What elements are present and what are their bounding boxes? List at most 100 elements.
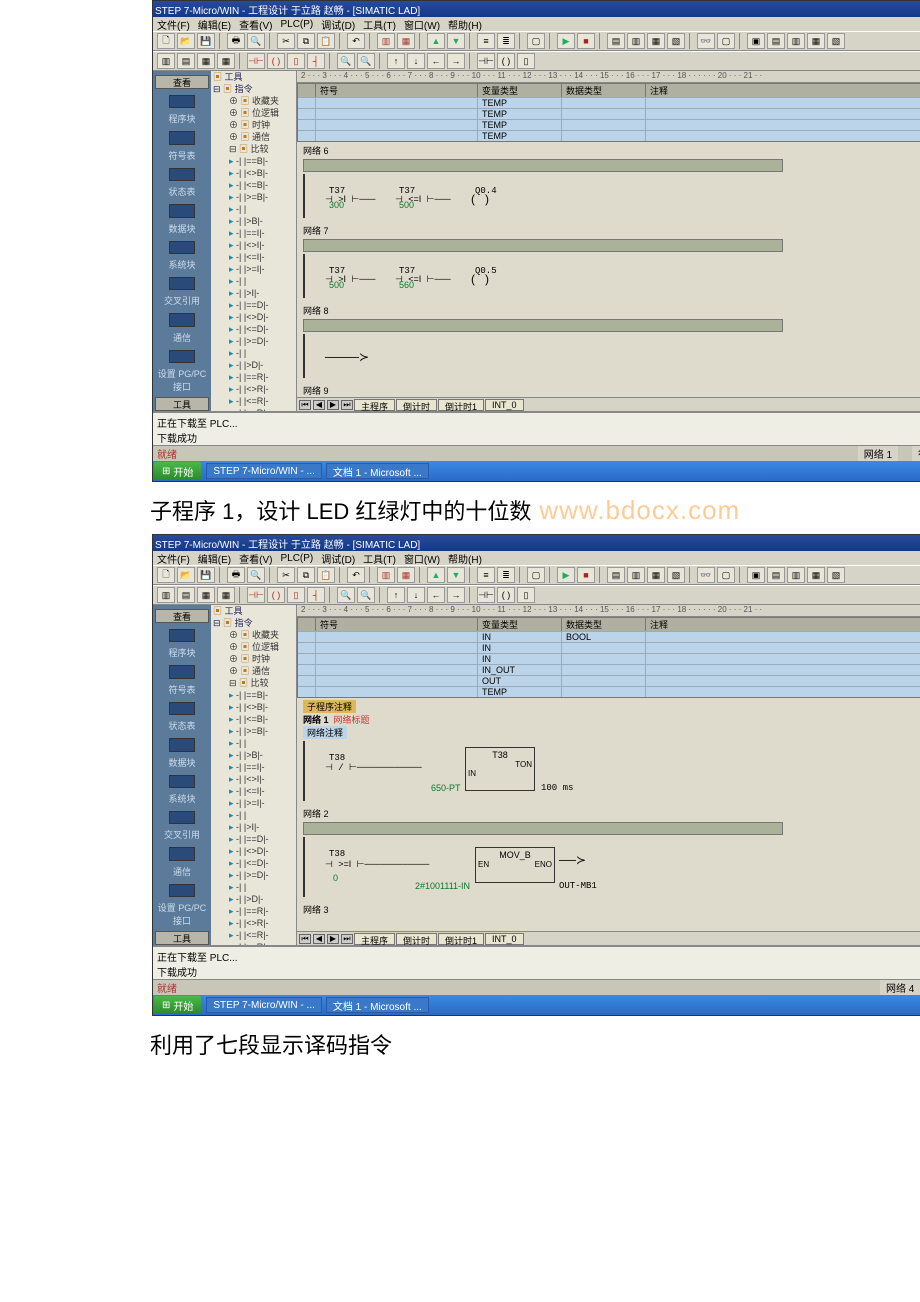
nav-status-table[interactable]: 状态表: [168, 719, 195, 732]
nav-status-table-icon[interactable]: [169, 702, 195, 715]
tool-a-icon[interactable]: ≡: [477, 567, 495, 583]
nav-header[interactable]: 查看: [155, 609, 209, 623]
ins-box-icon[interactable]: ▯: [287, 587, 305, 603]
tool-m-icon[interactable]: ▧: [827, 33, 845, 49]
tab-cd[interactable]: 倒计时: [396, 933, 437, 945]
var-row[interactable]: INBOOL: [298, 631, 920, 642]
save-icon[interactable]: 💾: [197, 567, 215, 583]
tree-cmp-item[interactable]: ▸ -| |<>R|-: [211, 383, 296, 395]
tool-g-icon[interactable]: ▧: [667, 567, 685, 583]
tree-cmp-item[interactable]: ▸ -| |>=D|-: [211, 869, 296, 881]
sn1-c[interactable]: T38: [329, 753, 345, 763]
var-row[interactable]: TEMP: [298, 130, 920, 141]
var-row[interactable]: TEMP: [298, 686, 920, 697]
nav-symbol-table-icon[interactable]: [169, 131, 195, 144]
tree-cmp-item[interactable]: ▸ -| |>D|-: [211, 359, 296, 371]
nav-status-table-icon[interactable]: [169, 168, 195, 181]
nav-system-block[interactable]: 系统块: [168, 258, 195, 271]
tree-cmp-item[interactable]: ▸ -| |<=I|-: [211, 251, 296, 263]
tree-cmp-item[interactable]: ▸ -| |: [211, 809, 296, 821]
tree-cmp-item[interactable]: ▸ -| |: [211, 737, 296, 749]
tree-cmp-item[interactable]: ▸ -| |<=B|-: [211, 179, 296, 191]
nav-dn-icon[interactable]: ↓: [407, 587, 425, 603]
ins-box-icon[interactable]: ▯: [287, 53, 305, 69]
ladder-area[interactable]: 网络 6 T37 ⊣ >I ⊢─── 300 T37 ⊣ <=I ⊢─── 50…: [297, 142, 920, 397]
tree-cmp-item[interactable]: ▸ -| |<>B|-: [211, 167, 296, 179]
run-icon[interactable]: ▶: [557, 33, 575, 49]
nav-footer[interactable]: 工具: [155, 397, 209, 411]
view-stl-icon[interactable]: ▤: [177, 587, 195, 603]
tree-cmp-item[interactable]: ▸ -| |>B|-: [211, 215, 296, 227]
taskbar-app-1[interactable]: STEP 7-Micro/WIN - ...: [206, 997, 322, 1013]
var-table[interactable]: 符号 变量类型 数据类型 注释 TEMPTEMPTEMPTEMP: [297, 83, 920, 142]
ins-coil-icon[interactable]: ( ): [267, 587, 285, 603]
preview-icon[interactable]: 🔍: [247, 567, 265, 583]
tool-k-icon[interactable]: ▥: [787, 33, 805, 49]
tab-last-icon[interactable]: ⏭: [341, 400, 353, 410]
ex2-icon[interactable]: ( ): [497, 587, 515, 603]
movb-block[interactable]: MOV_B ENENO: [475, 847, 555, 883]
menu-help[interactable]: 帮助(H): [448, 17, 482, 32]
tree-cmp-item[interactable]: ▸ -| |==I|-: [211, 227, 296, 239]
tab-prev-icon[interactable]: ◀: [313, 934, 325, 944]
copy-icon[interactable]: ⧉: [297, 567, 315, 583]
tree-cmp-item[interactable]: ▸ -| |==B|-: [211, 689, 296, 701]
tree-cmp-item[interactable]: ▸ -| |>D|-: [211, 893, 296, 905]
tool-j-icon[interactable]: ▤: [767, 567, 785, 583]
menu-window[interactable]: 窗口(W): [404, 17, 440, 32]
ins-branch-icon[interactable]: ┤: [307, 53, 325, 69]
tree-cmp-item[interactable]: ▸ -| |==R|-: [211, 371, 296, 383]
var-row[interactable]: TEMP: [298, 119, 920, 130]
tool-b-icon[interactable]: ≣: [497, 33, 515, 49]
tool-b-icon[interactable]: ≣: [497, 567, 515, 583]
tree-cmp-item[interactable]: ▸ -| |==I|-: [211, 761, 296, 773]
view-stl-icon[interactable]: ▤: [177, 53, 195, 69]
tab-next-icon[interactable]: ▶: [327, 934, 339, 944]
print-icon[interactable]: 🖶: [227, 33, 245, 49]
tool-f-icon[interactable]: ▦: [647, 33, 665, 49]
taskbar-app-2[interactable]: 文档 1 - Microsoft ...: [326, 997, 429, 1013]
ins-coil-icon[interactable]: ( ): [267, 53, 285, 69]
tool-c-icon[interactable]: ▢: [527, 33, 545, 49]
preview-icon[interactable]: 🔍: [247, 33, 265, 49]
new-icon[interactable]: 🗋: [157, 567, 175, 583]
tool-h-icon[interactable]: ▢: [717, 567, 735, 583]
var-row[interactable]: TEMP: [298, 108, 920, 119]
zoom-icon[interactable]: 🔍: [337, 587, 355, 603]
tab-last-icon[interactable]: ⏭: [341, 934, 353, 944]
tree-fav[interactable]: 收藏夹: [252, 630, 279, 640]
tree-cmp-item[interactable]: ▸ -| |<=I|-: [211, 785, 296, 797]
tree-cmp-item[interactable]: ▸ -| |: [211, 275, 296, 287]
view-fbd-icon[interactable]: ▦: [197, 587, 215, 603]
tool-l-icon[interactable]: ▦: [807, 33, 825, 49]
tool-h-icon[interactable]: ▢: [717, 33, 735, 49]
tree-cmp-item[interactable]: ▸ -| |>=I|-: [211, 263, 296, 275]
tool-i-icon[interactable]: ▣: [747, 567, 765, 583]
tree-com[interactable]: 通信: [252, 666, 270, 676]
tree-com[interactable]: 通信: [252, 132, 270, 142]
nav-crossref-icon[interactable]: [169, 811, 195, 824]
ins-contact-icon[interactable]: ⊣⊢: [247, 53, 265, 69]
tree-cmp-item[interactable]: ▸ -| |<=B|-: [211, 713, 296, 725]
tab-cd[interactable]: 倒计时: [396, 399, 437, 411]
var-row[interactable]: IN: [298, 642, 920, 653]
zoom2-icon[interactable]: 🔍: [357, 53, 375, 69]
stop-icon[interactable]: ■: [577, 567, 595, 583]
tree-cmp[interactable]: 比较: [251, 144, 269, 154]
tool-g-icon[interactable]: ▧: [667, 33, 685, 49]
nav-dn-icon[interactable]: ↓: [407, 53, 425, 69]
menu-edit[interactable]: 编辑(E): [198, 17, 231, 32]
tab-next-icon[interactable]: ▶: [327, 400, 339, 410]
nav-pgpc-icon[interactable]: [169, 350, 195, 363]
cut-icon[interactable]: ✂: [277, 33, 295, 49]
nav-comm-icon[interactable]: [169, 847, 195, 860]
tab-int0[interactable]: INT_0: [485, 933, 524, 945]
tree-cmp-item[interactable]: ▸ -| |==D|-: [211, 833, 296, 845]
instruction-tree-2[interactable]: ▣ 工具 ⊟ ▣ 指令 ⊕ ▣ 收藏夹 ⊕ ▣ 位逻辑 ⊕ ▣ 时钟 ⊕ ▣ 通…: [211, 605, 297, 945]
var-row[interactable]: IN: [298, 653, 920, 664]
nav-comm[interactable]: 通信: [173, 865, 191, 878]
ladder-area-2[interactable]: 子程序注释 网络 1 网络标题 网络注释 T38 ⊣ / ⊢──────────…: [297, 698, 920, 931]
var-row[interactable]: IN_OUT: [298, 664, 920, 675]
ex3-icon[interactable]: ▯: [517, 587, 535, 603]
nav-footer[interactable]: 工具: [155, 931, 209, 945]
